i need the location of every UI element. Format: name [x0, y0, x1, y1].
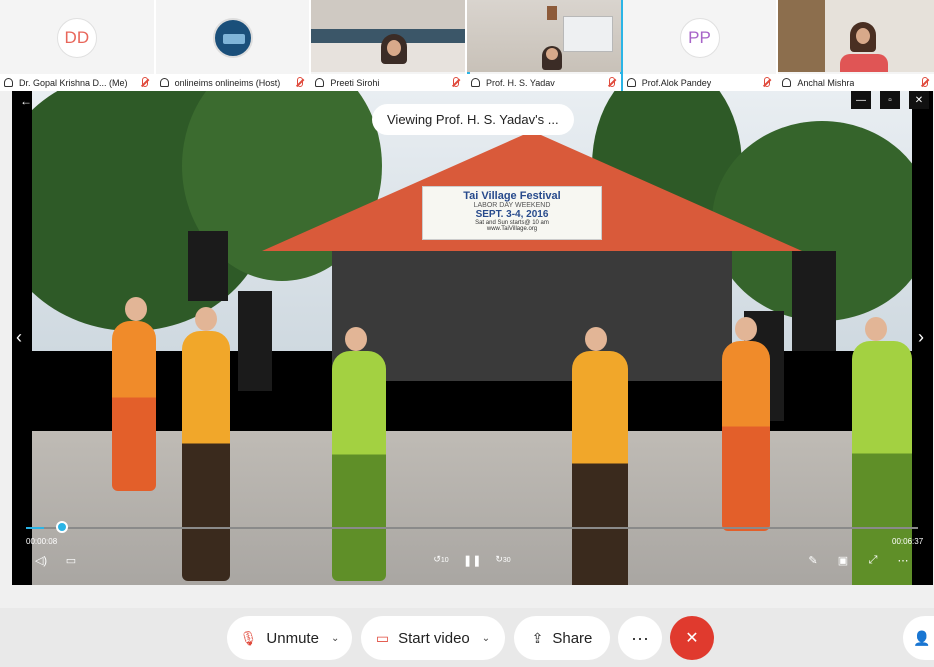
more-button[interactable]: ··· — [618, 616, 662, 660]
headset-icon — [315, 78, 325, 87]
participant-video — [778, 0, 934, 72]
viewing-banner: Viewing Prof. H. S. Yadav's ... — [372, 104, 574, 135]
festival-banner: Tai Village Festival LABOR DAY WEEKEND S… — [422, 186, 602, 240]
headset-icon — [471, 78, 481, 87]
chevron-down-icon[interactable]: ⌄ — [482, 633, 490, 644]
headset-icon — [4, 78, 13, 87]
participant-tile[interactable]: Anchal Mishra — [778, 0, 934, 91]
person-icon: 👤 — [913, 629, 931, 646]
picture-in-picture-icon[interactable]: ▣ — [834, 554, 852, 567]
back-arrow-icon[interactable]: ← — [20, 94, 32, 108]
headset-icon — [159, 78, 169, 87]
volume-icon[interactable]: ◁) — [32, 554, 50, 567]
video-off-icon: ▭ — [375, 629, 390, 646]
participant-name: Anchal Mishra — [797, 77, 855, 88]
mic-muted-icon — [297, 77, 304, 87]
avatar — [212, 18, 253, 58]
start-video-button[interactable]: ▭ Start video ⌄ — [361, 616, 505, 660]
participants-panel-button[interactable]: 👤 — [903, 616, 934, 660]
participant-tile-active[interactable]: Prof. H. S. Yadav — [467, 0, 623, 91]
restore-icon[interactable]: ▫ — [880, 91, 900, 109]
participant-name: Preeti Sirohi — [330, 77, 380, 88]
mic-muted-icon — [764, 77, 771, 87]
participant-name: Prof. H. S. Yadav — [486, 77, 555, 88]
progress-fill — [26, 527, 44, 529]
participant-figure — [381, 34, 408, 64]
mic-muted-icon: 🎙 — [239, 629, 258, 646]
unmute-button[interactable]: 🎙 Unmute ⌄ — [227, 616, 352, 660]
meeting-control-bar: 🎙 Unmute ⌄ ▭ Start video ⌄ ⇪ Share ··· ✕… — [0, 608, 934, 667]
next-arrow-icon[interactable]: › — [918, 327, 924, 348]
participant-tile[interactable]: Preeti Sirohi — [311, 0, 468, 91]
avatar: DD — [56, 18, 97, 58]
share-icon: ⇪ — [531, 629, 544, 646]
participant-tile[interactable]: onlineims onlineims (Host) — [155, 0, 312, 91]
more-options-icon[interactable]: ⋯ — [894, 554, 912, 567]
end-meeting-button[interactable]: ✕ — [670, 616, 714, 660]
captions-icon[interactable]: ▭ — [62, 554, 80, 567]
close-icon[interactable]: ✕ — [909, 91, 929, 109]
participant-strip: DD Dr. Gopal Krishna D... (Me) onlineims… — [0, 0, 934, 91]
mic-muted-icon — [608, 77, 615, 87]
share-button[interactable]: ⇪ Share — [514, 616, 610, 660]
annotate-pen-icon[interactable]: ✎ — [804, 554, 822, 567]
progress-bar[interactable] — [26, 521, 918, 533]
participant-video — [311, 0, 466, 72]
participant-figure — [542, 46, 563, 70]
shared-video-area[interactable]: Tai Village Festival LABOR DAY WEEKEND S… — [12, 91, 933, 585]
mic-muted-icon — [141, 77, 148, 87]
fullscreen-icon[interactable]: ⤢ — [864, 554, 882, 567]
mic-muted-icon — [922, 77, 929, 87]
headset-icon — [626, 78, 636, 87]
mic-muted-icon — [453, 77, 460, 87]
time-current: 00:00:08 — [26, 537, 58, 546]
participant-tile[interactable]: DD Dr. Gopal Krishna D... (Me) — [0, 0, 156, 91]
skip-back-icon[interactable]: ↺10 — [432, 554, 450, 565]
headset-icon — [782, 78, 792, 87]
participant-tile[interactable]: PP Prof.Alok Pandey — [622, 0, 779, 91]
participant-name: Dr. Gopal Krishna D... (Me) — [19, 77, 128, 88]
avatar: PP — [679, 18, 720, 58]
progress-knob[interactable] — [55, 521, 68, 533]
participant-name: Prof.Alok Pandey — [641, 77, 712, 88]
skip-forward-icon[interactable]: ↻30 — [494, 554, 512, 565]
participant-video — [467, 0, 621, 72]
video-frame: Tai Village Festival LABOR DAY WEEKEND S… — [32, 91, 912, 585]
minimize-icon[interactable]: — — [851, 91, 871, 109]
previous-arrow-icon[interactable]: ‹ — [16, 327, 22, 348]
chevron-down-icon[interactable]: ⌄ — [331, 633, 339, 644]
pause-icon[interactable]: ❚❚ — [463, 554, 481, 567]
participant-name: onlineims onlineims (Host) — [174, 77, 281, 88]
participant-figure — [850, 22, 877, 52]
time-total: 00:06:37 — [892, 537, 924, 546]
